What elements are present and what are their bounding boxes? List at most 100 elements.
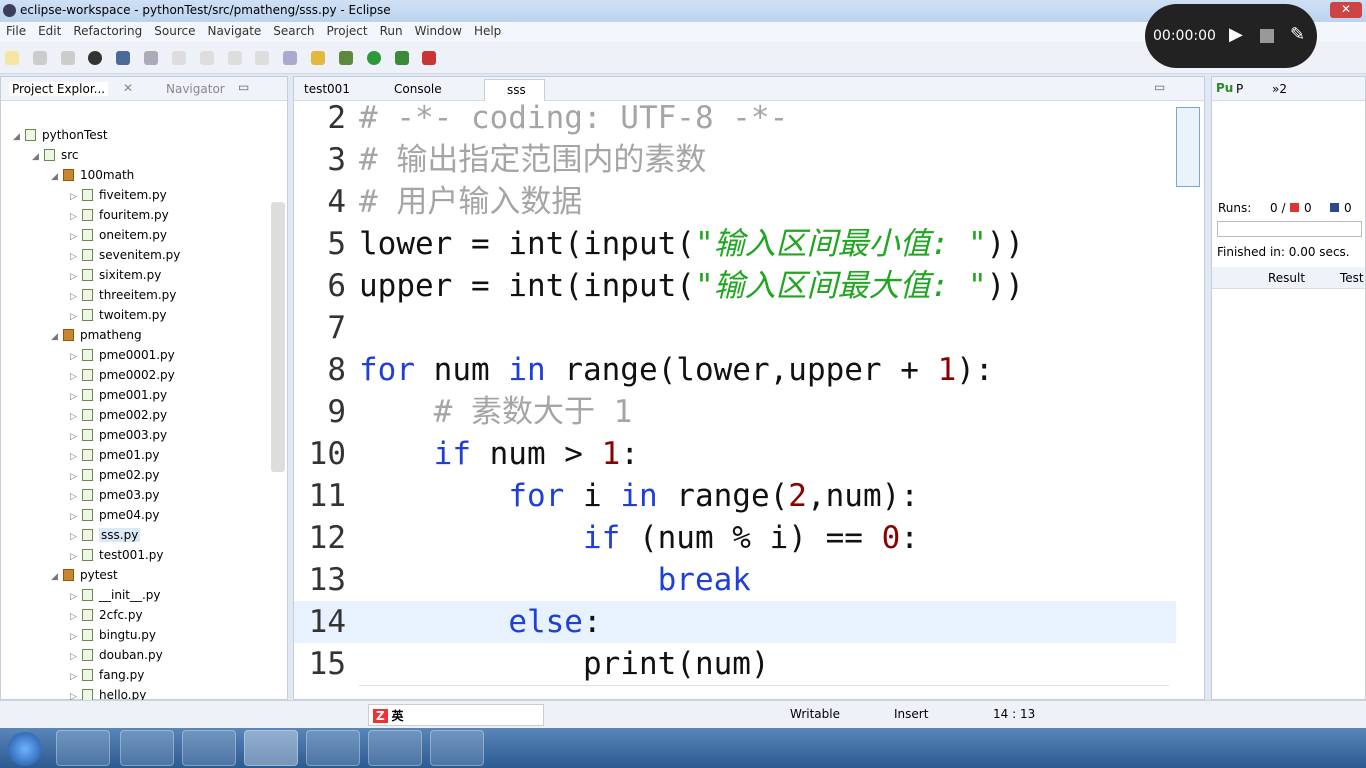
expand-arrow-icon[interactable]: ▷ bbox=[70, 647, 82, 667]
code-line[interactable]: 11 for i in range(2,num): bbox=[294, 475, 1176, 517]
expand-arrow-icon[interactable]: ▷ bbox=[70, 267, 82, 287]
ime-language[interactable]: 英 bbox=[392, 709, 404, 723]
menu-search[interactable]: Search bbox=[267, 22, 320, 40]
expand-arrow-icon[interactable]: ▷ bbox=[70, 247, 82, 267]
tree-item[interactable]: ◢ pmatheng bbox=[51, 325, 142, 345]
expand-arrow-icon[interactable]: ▷ bbox=[70, 587, 82, 607]
tab-test001[interactable]: test001 bbox=[304, 82, 350, 96]
format-icon[interactable] bbox=[283, 51, 298, 65]
editor-scrollbar[interactable] bbox=[1176, 107, 1200, 187]
menu-window[interactable]: Window bbox=[409, 22, 468, 40]
eclipse-taskbar-icon[interactable] bbox=[244, 730, 298, 766]
expand-arrow-icon[interactable]: ▷ bbox=[70, 387, 82, 407]
close-window-icon[interactable]: ✕ bbox=[1330, 2, 1362, 18]
console-icon[interactable] bbox=[116, 51, 131, 65]
tree-item[interactable]: ▷ threeitem.py bbox=[70, 285, 176, 305]
expand-arrow-icon[interactable]: ▷ bbox=[70, 227, 82, 247]
code-line[interactable]: 13 break bbox=[294, 559, 1176, 601]
expand-arrow-icon[interactable]: ▷ bbox=[70, 187, 82, 207]
menu-refactoring[interactable]: Refactoring bbox=[67, 22, 148, 40]
tree-item[interactable]: ▷ pme002.py bbox=[70, 405, 167, 425]
collapse-arrow-icon[interactable]: ◢ bbox=[32, 147, 44, 167]
tree-item[interactable]: ▷ twoitem.py bbox=[70, 305, 167, 325]
save-all-icon[interactable] bbox=[60, 51, 75, 65]
menu-run[interactable]: Run bbox=[374, 22, 409, 40]
profile-icon[interactable] bbox=[88, 51, 103, 65]
expand-arrow-icon[interactable]: ▷ bbox=[70, 627, 82, 647]
expand-arrow-icon[interactable]: ▷ bbox=[70, 667, 82, 687]
tree-item[interactable]: ▷ bingtu.py bbox=[70, 625, 156, 645]
tree-item[interactable]: ▷ pme001.py bbox=[70, 385, 167, 405]
tree-item[interactable]: ▷ douban.py bbox=[70, 645, 163, 665]
horizontal-scrollbar[interactable] bbox=[359, 685, 1169, 697]
column-test[interactable]: Test bbox=[1340, 271, 1364, 285]
ie-icon[interactable] bbox=[430, 730, 484, 766]
tree-item[interactable]: ▷ fiveitem.py bbox=[70, 185, 167, 205]
expand-arrow-icon[interactable]: ▷ bbox=[70, 447, 82, 467]
save-icon[interactable] bbox=[32, 51, 47, 65]
expand-arrow-icon[interactable]: ▷ bbox=[70, 287, 82, 307]
notepad-icon[interactable] bbox=[368, 730, 422, 766]
expand-arrow-icon[interactable]: ▷ bbox=[70, 527, 82, 547]
pydev-icon[interactable] bbox=[311, 51, 326, 65]
tree-item[interactable]: ▷ pme04.py bbox=[70, 505, 160, 525]
expand-arrow-icon[interactable]: ▷ bbox=[70, 487, 82, 507]
expand-arrow-icon[interactable]: ▷ bbox=[70, 427, 82, 447]
tab-overflow[interactable]: »2 bbox=[1272, 82, 1287, 96]
pencil-icon[interactable]: ✎ bbox=[1290, 24, 1305, 45]
run-icon[interactable] bbox=[366, 51, 381, 65]
tab-sss[interactable]: sss bbox=[484, 79, 545, 101]
step-icon[interactable] bbox=[255, 51, 270, 65]
explorer-icon[interactable] bbox=[182, 730, 236, 766]
minimize-icon[interactable]: ▭ bbox=[238, 80, 249, 94]
code-line[interactable]: 10 if num > 1: bbox=[294, 433, 1176, 475]
expand-arrow-icon[interactable]: ▷ bbox=[70, 467, 82, 487]
ime-toolbar[interactable]: Z 英 bbox=[368, 704, 544, 726]
code-line[interactable]: 3 # 输出指定范围内的素数 bbox=[294, 139, 1176, 181]
tree-item[interactable]: ◢ pythonTest bbox=[13, 125, 108, 145]
tree-item[interactable]: ▷ test001.py bbox=[70, 545, 163, 565]
tree-item[interactable]: ◢ src bbox=[32, 145, 79, 165]
chrome-icon[interactable] bbox=[120, 730, 174, 766]
expand-arrow-icon[interactable]: ▷ bbox=[70, 547, 82, 567]
tab-pyunit[interactable]: P bbox=[1236, 82, 1243, 96]
tree-item[interactable]: ▷ pme0001.py bbox=[70, 345, 175, 365]
menu-navigate[interactable]: Navigate bbox=[201, 22, 267, 40]
terminate-icon[interactable] bbox=[227, 51, 242, 65]
menu-source[interactable]: Source bbox=[148, 22, 201, 40]
collapse-arrow-icon[interactable]: ◢ bbox=[13, 127, 25, 147]
tree-item[interactable]: ▷ sevenitem.py bbox=[70, 245, 180, 265]
tree-item[interactable]: ▷ __init__.py bbox=[70, 585, 161, 605]
collapse-arrow-icon[interactable]: ◢ bbox=[51, 167, 63, 187]
expand-arrow-icon[interactable]: ▷ bbox=[70, 367, 82, 387]
video-app-icon[interactable] bbox=[306, 730, 360, 766]
debug-icon[interactable] bbox=[338, 51, 353, 65]
code-line[interactable]: 6 upper = int(input("输入区间最大值: ")) bbox=[294, 265, 1176, 307]
code-line[interactable]: 9 # 素数大于 1 bbox=[294, 391, 1176, 433]
start-button[interactable] bbox=[8, 732, 42, 766]
code-area[interactable]: 2 # -*- coding: UTF-8 -*- 3 # 输出指定范围内的素数 4 # … bbox=[294, 101, 1176, 686]
stop-icon[interactable] bbox=[1260, 29, 1274, 43]
tree-item[interactable]: ▷ 2cfc.py bbox=[70, 605, 143, 625]
collapse-arrow-icon[interactable]: ◢ bbox=[51, 327, 63, 347]
tree-item[interactable]: ▷ fang.py bbox=[70, 665, 144, 685]
coverage-icon[interactable] bbox=[394, 51, 409, 65]
tree-item[interactable]: ▷ sss.py bbox=[70, 525, 141, 547]
resume-icon[interactable] bbox=[171, 51, 186, 65]
expand-arrow-icon[interactable]: ▷ bbox=[70, 507, 82, 527]
tree-item[interactable]: ◢ pytest bbox=[51, 565, 118, 585]
tree-item[interactable]: ◢ 100math bbox=[51, 165, 134, 185]
menu-edit[interactable]: Edit bbox=[32, 22, 67, 40]
column-result[interactable]: Result bbox=[1268, 271, 1305, 285]
tab-project-explorer[interactable]: Project Explor... bbox=[9, 82, 109, 96]
menu-file[interactable]: File bbox=[0, 22, 32, 40]
tab-navigator[interactable]: Navigator bbox=[166, 82, 225, 96]
menu-project[interactable]: Project bbox=[321, 22, 374, 40]
tree-scrollbar[interactable] bbox=[271, 202, 285, 472]
code-line[interactable]: 5 lower = int(input("输入区间最小值: ")) bbox=[294, 223, 1176, 265]
tree-item[interactable]: ▷ sixitem.py bbox=[70, 265, 161, 285]
minimize-icon[interactable]: ▭ bbox=[1154, 80, 1165, 94]
external-tools-icon[interactable] bbox=[422, 51, 437, 65]
taskbar-app-icon[interactable] bbox=[56, 730, 110, 766]
code-line[interactable]: 7 bbox=[294, 307, 1176, 349]
